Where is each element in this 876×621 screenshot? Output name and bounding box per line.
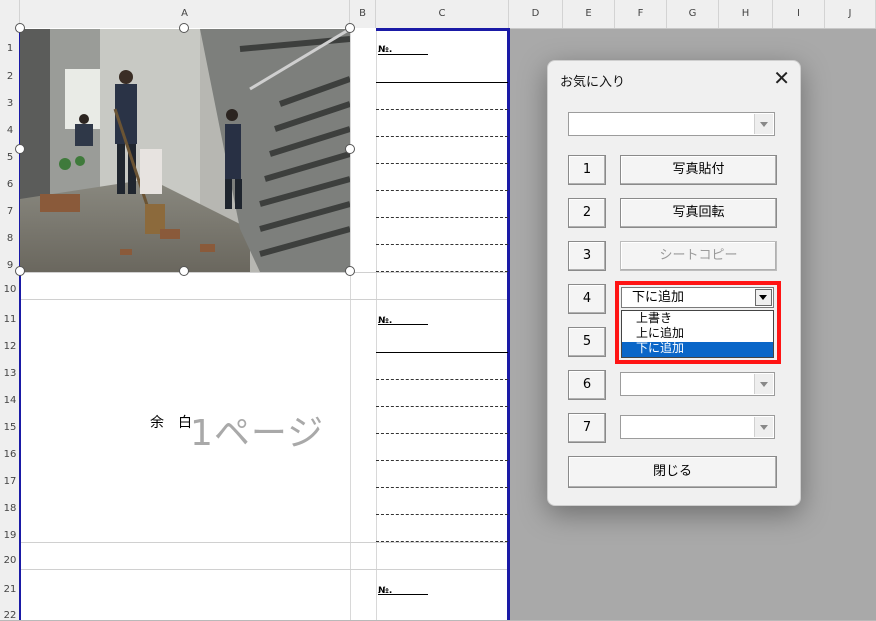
resize-handle[interactable] bbox=[345, 144, 355, 154]
row-header[interactable]: 3 bbox=[0, 98, 20, 109]
number-button-1[interactable]: 1 bbox=[568, 155, 606, 185]
text-line bbox=[376, 136, 508, 137]
page-border-top bbox=[376, 28, 509, 31]
number-button-7[interactable]: 7 bbox=[568, 413, 606, 443]
text-line bbox=[376, 406, 508, 407]
row-header[interactable]: 17 bbox=[0, 476, 20, 487]
paste-photo-button[interactable]: 写真貼付 bbox=[620, 155, 777, 185]
row-header[interactable]: 21 bbox=[0, 584, 20, 595]
gridline bbox=[20, 272, 509, 273]
record-number-underline bbox=[378, 594, 428, 595]
copy-sheet-button[interactable]: シートコピー bbox=[620, 241, 777, 271]
chevron-down-icon[interactable] bbox=[754, 374, 773, 394]
column-header-c[interactable]: C bbox=[376, 0, 509, 28]
number-button-3[interactable]: 3 bbox=[568, 241, 606, 271]
favorites-combo[interactable] bbox=[568, 112, 775, 136]
column-header-bar: A B C D E F G H I J bbox=[0, 0, 876, 29]
row-header-bar: 1 2 3 4 5 6 7 8 9 10 11 12 13 14 15 16 1… bbox=[0, 28, 21, 621]
resize-handle[interactable] bbox=[345, 266, 355, 276]
number-button-6[interactable]: 6 bbox=[568, 370, 606, 400]
row-header[interactable]: 11 bbox=[0, 314, 20, 325]
chevron-down-icon[interactable] bbox=[754, 114, 773, 134]
column-header-i[interactable]: I bbox=[773, 0, 825, 28]
record-number-underline bbox=[378, 54, 428, 55]
margin-label: 余 白 bbox=[150, 415, 192, 431]
row-header[interactable]: 18 bbox=[0, 503, 20, 514]
row-header[interactable]: 2 bbox=[0, 71, 20, 82]
column-header-b[interactable]: B bbox=[350, 0, 376, 28]
column-header-f[interactable]: F bbox=[615, 0, 667, 28]
record-title-line bbox=[376, 82, 508, 83]
row-header[interactable]: 7 bbox=[0, 206, 20, 217]
row-header[interactable]: 8 bbox=[0, 233, 20, 244]
text-line bbox=[376, 541, 508, 542]
close-icon[interactable]: ✕ bbox=[773, 67, 790, 89]
row-header[interactable]: 6 bbox=[0, 179, 20, 190]
text-line bbox=[376, 433, 508, 434]
text-line bbox=[376, 487, 508, 488]
row-header[interactable]: 14 bbox=[0, 395, 20, 406]
gridline bbox=[20, 299, 509, 300]
option-combo-6[interactable] bbox=[620, 372, 775, 396]
page-watermark: 1ページ bbox=[190, 413, 325, 454]
resize-handle[interactable] bbox=[15, 266, 25, 276]
row-header[interactable]: 5 bbox=[0, 152, 20, 163]
gridline bbox=[350, 28, 351, 620]
text-line bbox=[376, 190, 508, 191]
chevron-down-icon[interactable] bbox=[754, 417, 773, 437]
column-header-j[interactable]: J bbox=[825, 0, 876, 28]
row-header[interactable]: 12 bbox=[0, 341, 20, 352]
text-line bbox=[376, 460, 508, 461]
text-line bbox=[376, 163, 508, 164]
column-header-e[interactable]: E bbox=[563, 0, 615, 28]
text-line bbox=[376, 271, 508, 272]
record-number-underline bbox=[378, 324, 428, 325]
record-title-line bbox=[376, 352, 508, 353]
inserted-photo[interactable] bbox=[20, 29, 350, 272]
row-header[interactable]: 13 bbox=[0, 368, 20, 379]
gridline bbox=[376, 28, 377, 620]
column-header-h[interactable]: H bbox=[719, 0, 773, 28]
resize-handle[interactable] bbox=[15, 144, 25, 154]
close-dialog-button[interactable]: 閉じる bbox=[568, 456, 777, 488]
row-header[interactable]: 16 bbox=[0, 449, 20, 460]
annotation-highlight-box bbox=[615, 281, 781, 364]
row-header[interactable]: 4 bbox=[0, 125, 20, 136]
text-line bbox=[376, 217, 508, 218]
resize-handle[interactable] bbox=[179, 266, 189, 276]
dialog-title: お気に入り bbox=[560, 75, 626, 90]
number-button-5[interactable]: 5 bbox=[568, 327, 606, 357]
row-header[interactable]: 20 bbox=[0, 555, 20, 566]
row-header[interactable]: 15 bbox=[0, 422, 20, 433]
number-button-4[interactable]: 4 bbox=[568, 284, 606, 314]
resize-handle[interactable] bbox=[179, 23, 189, 33]
text-line bbox=[376, 379, 508, 380]
rotate-photo-button[interactable]: 写真回転 bbox=[620, 198, 777, 228]
row-header[interactable]: 19 bbox=[0, 530, 20, 541]
row-header[interactable]: 22 bbox=[0, 610, 20, 621]
text-line bbox=[376, 109, 508, 110]
gridline bbox=[20, 569, 509, 570]
text-line bbox=[376, 514, 508, 515]
gridline bbox=[20, 542, 509, 543]
column-header-g[interactable]: G bbox=[667, 0, 719, 28]
row-header[interactable]: 10 bbox=[0, 284, 20, 295]
option-combo-7[interactable] bbox=[620, 415, 775, 439]
column-header-d[interactable]: D bbox=[509, 0, 563, 28]
row-header[interactable]: 1 bbox=[0, 43, 20, 54]
text-line bbox=[376, 244, 508, 245]
resize-handle[interactable] bbox=[345, 23, 355, 33]
page-border-right bbox=[507, 28, 510, 620]
number-button-2[interactable]: 2 bbox=[568, 198, 606, 228]
resize-handle[interactable] bbox=[15, 23, 25, 33]
